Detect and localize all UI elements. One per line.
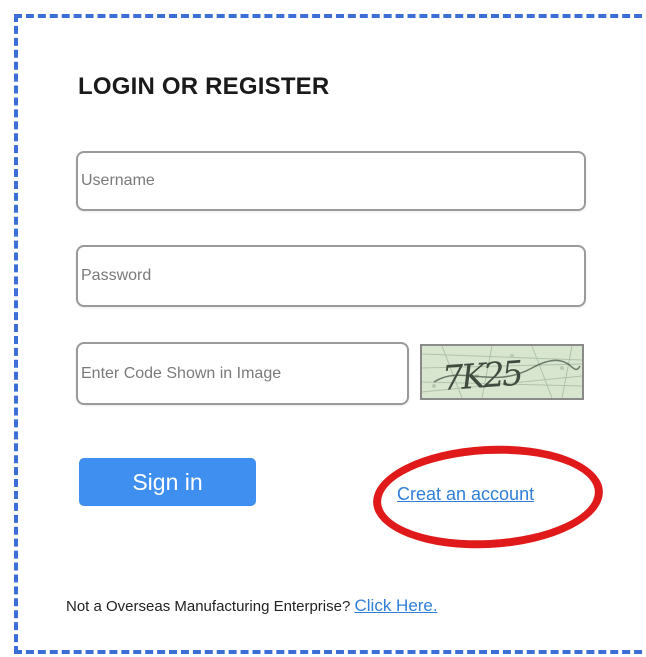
password-field[interactable] bbox=[76, 245, 586, 307]
footer-note: Not a Overseas Manufacturing Enterprise?… bbox=[66, 596, 438, 616]
click-here-link[interactable]: Click Here. bbox=[354, 596, 437, 615]
captcha-image: 7K25 bbox=[420, 344, 584, 400]
captcha-field[interactable] bbox=[76, 342, 409, 405]
footer-text: Not a Overseas Manufacturing Enterprise? bbox=[66, 598, 351, 615]
create-account-link[interactable]: Creat an account bbox=[397, 484, 534, 505]
login-panel bbox=[28, 22, 628, 642]
captcha-noise: 7K25 bbox=[422, 346, 582, 398]
page-title: LOGIN OR REGISTER bbox=[78, 73, 330, 100]
username-field[interactable] bbox=[76, 151, 586, 211]
sign-in-button[interactable]: Sign in bbox=[79, 458, 256, 506]
